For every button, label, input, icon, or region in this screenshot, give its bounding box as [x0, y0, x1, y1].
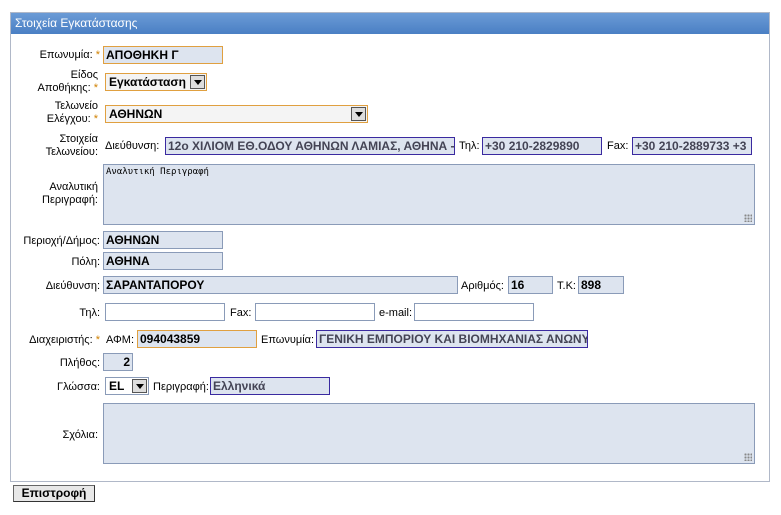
customs-fax-field: +30 210-2889733 +3: [632, 137, 752, 155]
manager-name-field: ΓΕΝΙΚΗ ΕΜΠΟΡΙΟΥ ΚΑΙ ΒΙΟΜΗΧΑΝΙΑΣ ΑΝΩΝΥ: [316, 330, 588, 348]
eidos-selected-value: Εγκατάσταση: [109, 75, 186, 89]
email-field[interactable]: [414, 303, 534, 321]
teloneio-selected-value: ΑΘΗΝΩΝ: [109, 107, 163, 121]
customs-fax-label: Fax:: [607, 140, 629, 152]
customs-address-label: Διεύθυνση:: [105, 140, 160, 152]
eidos-select[interactable]: Εγκατάσταση: [105, 73, 207, 91]
customs-phone-field: +30 210-2829890: [482, 137, 602, 155]
back-button[interactable]: Επιστροφή: [13, 485, 95, 502]
perigrafi-label: Αναλυτική Περιγραφή:: [42, 181, 98, 206]
manager-name-label: Επωνυμία:: [261, 334, 315, 346]
required-star-icon: *: [95, 334, 100, 346]
customs-phone-label: Τηλ:: [459, 140, 480, 152]
sxolia-textarea[interactable]: [103, 403, 755, 464]
perioxi-label: Περιοχή/Δήμος:: [23, 235, 100, 247]
fax-label: Fax:: [230, 307, 252, 319]
perigrafi-text: Αναλυτική Περιγραφή: [106, 167, 209, 177]
eidos-label: Είδος Αποθήκης: *: [37, 69, 98, 94]
email-label: e-mail:: [379, 307, 413, 319]
manager-label: Διαχειριστής: *: [29, 334, 100, 346]
address-field[interactable]: ΣΑΡΑΝΤΑΠΟΡΟΥ: [103, 276, 458, 294]
eponymia-field[interactable]: ΑΠΟΘΗΚΗ Γ: [103, 46, 223, 64]
postcode-field[interactable]: 898: [578, 276, 624, 294]
perigrafi-textarea[interactable]: Αναλυτική Περιγραφή: [103, 164, 755, 225]
glossa-desc-label: Περιγραφή:: [153, 381, 209, 393]
panel-title: Στοιχεία Εγκατάστασης: [11, 13, 769, 34]
glossa-desc-field: Ελληνικά: [210, 377, 330, 395]
fax-field[interactable]: [255, 303, 375, 321]
chevron-down-icon[interactable]: [190, 75, 205, 89]
chevron-down-icon[interactable]: [351, 107, 366, 121]
address-number-label: Αριθμός:: [461, 280, 504, 292]
customs-address-field: 12ο ΧΙΛΙΟΜ ΕΘ.ΟΔΟΥ ΑΘΗΝΩΝ ΛΑΜΙΑΣ, ΑΘΗΝΑ …: [165, 137, 455, 155]
postcode-label: Τ.Κ:: [557, 280, 576, 292]
afm-label: ΑΦΜ:: [106, 334, 135, 346]
required-star-icon: *: [93, 82, 98, 94]
chevron-down-icon[interactable]: [132, 379, 147, 393]
teloneio-label: Τελωνείο Ελέγχου: *: [46, 100, 98, 125]
poli-field[interactable]: ΑΘΗΝΑ: [103, 252, 223, 270]
glossa-label: Γλώσσα:: [57, 381, 100, 393]
required-star-icon: *: [93, 113, 98, 125]
glossa-selected-value: EL: [109, 379, 125, 393]
teloneio-select[interactable]: ΑΘΗΝΩΝ: [105, 105, 368, 123]
eponymia-label: Επωνυμία: *: [39, 49, 100, 61]
phone-field[interactable]: [105, 303, 225, 321]
address-number-field[interactable]: 16: [508, 276, 553, 294]
phone-label: Τηλ:: [79, 307, 100, 319]
plithos-field[interactable]: 2: [103, 353, 133, 371]
stoixeia-label: Στοιχεία Τελωνείου:: [45, 133, 98, 158]
sxolia-label: Σχόλια:: [62, 429, 98, 441]
perioxi-field[interactable]: ΑΘΗΝΩΝ: [103, 231, 223, 249]
afm-field[interactable]: 094043859: [137, 330, 257, 348]
resize-grip-icon[interactable]: [744, 214, 752, 222]
poli-label: Πόλη:: [71, 256, 100, 268]
plithos-label: Πλήθος:: [59, 357, 100, 369]
address-label: Διεύθυνση:: [45, 280, 100, 292]
required-star-icon: *: [95, 49, 100, 61]
glossa-select[interactable]: EL: [105, 377, 149, 395]
resize-grip-icon[interactable]: [744, 453, 752, 461]
